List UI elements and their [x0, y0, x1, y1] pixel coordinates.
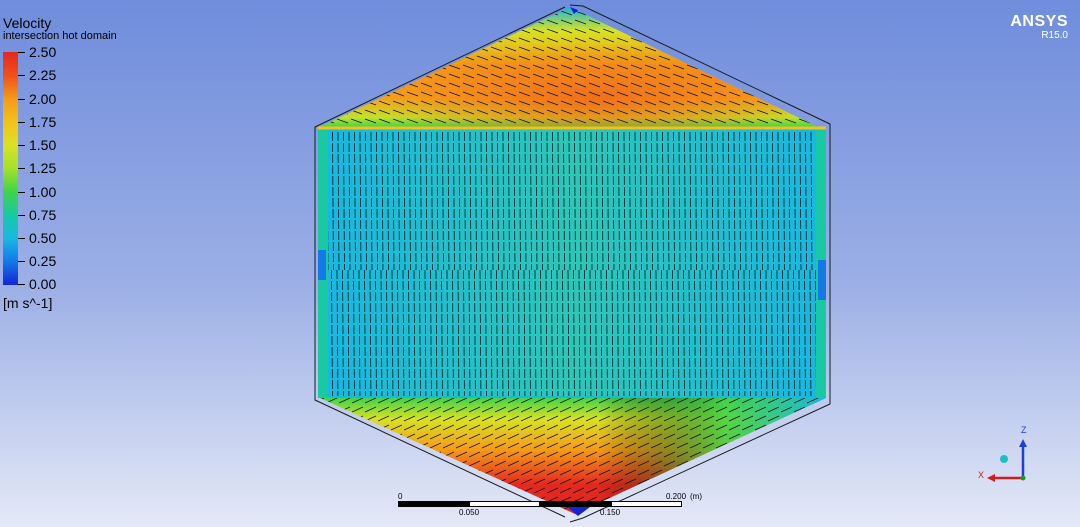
scale-label-150: 0.150 — [600, 508, 621, 517]
scale-label-unit: (m) — [690, 492, 702, 501]
core-region — [318, 126, 826, 398]
y-axis-marker — [1000, 455, 1008, 463]
x-axis-label: X — [978, 470, 984, 480]
axis-triad[interactable]: Z X — [975, 425, 1045, 495]
scale-label-200: 0.200 — [666, 492, 687, 501]
top-header-region — [320, 7, 818, 127]
viewport-contour-plot[interactable] — [0, 0, 1080, 527]
scale-segment-dark — [540, 501, 611, 507]
x-axis-arrowhead — [987, 474, 995, 482]
scale-segment-light — [469, 501, 540, 507]
z-axis-label: Z — [1021, 425, 1027, 435]
scale-bar: 0 0.200 (m) 0.050 0.150 — [398, 492, 702, 522]
scale-segment-light — [611, 501, 682, 507]
z-axis-arrowhead — [1019, 439, 1027, 447]
scale-segment-dark — [398, 501, 469, 507]
scale-label-050: 0.050 — [459, 508, 480, 517]
triad-origin — [1020, 475, 1026, 481]
scale-label-zero: 0 — [398, 492, 403, 501]
